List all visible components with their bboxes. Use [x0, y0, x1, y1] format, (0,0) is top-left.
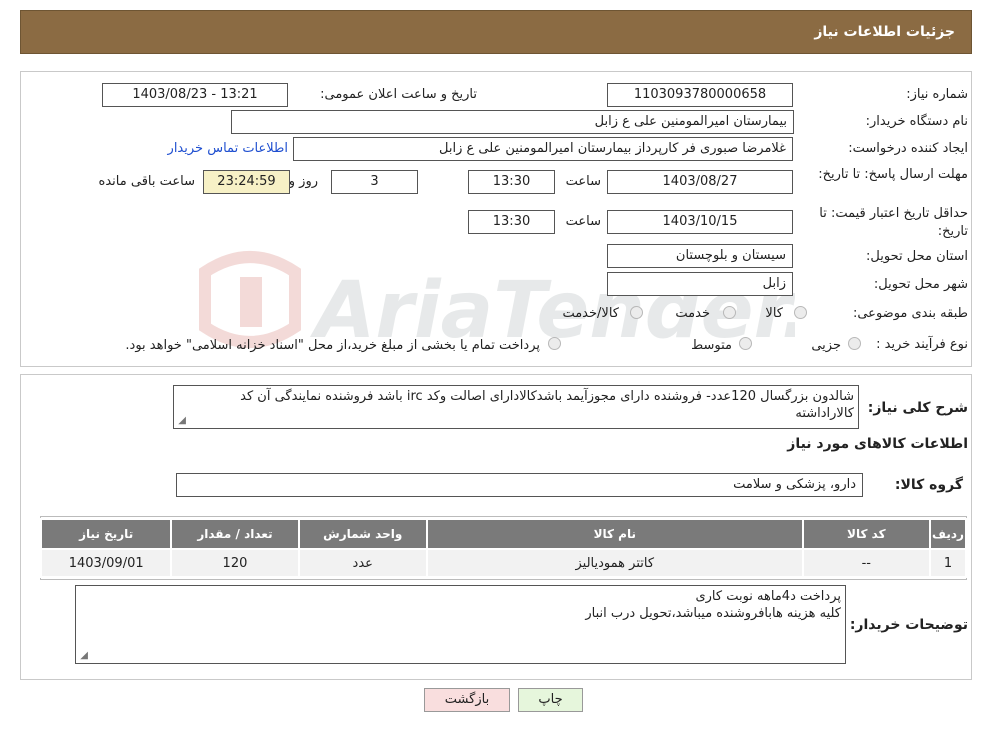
col-unit-header: واحد شمارش [297, 518, 428, 550]
process-note: پرداخت تمام یا بخشی از مبلغ خرید،از محل … [125, 338, 540, 353]
days-field[interactable]: 3 [331, 170, 418, 194]
days-label: روز و [288, 174, 318, 189]
cell-unit: عدد [297, 548, 428, 578]
buyer-contact-link[interactable]: اطلاعات تماس خریدار [168, 141, 288, 156]
province-field[interactable]: سیستان و بلوچستان [607, 244, 793, 268]
creator-field[interactable]: غلامرضا صبوری فر کارپرداز بیمارستان امیر… [293, 137, 793, 161]
description-label: شرح کلی نیاز: [867, 400, 968, 416]
buyer-notes-textarea[interactable]: پرداخت د4ماهه نوبت کاری کلیه هزینه هاباف… [75, 585, 846, 664]
reply-time-label: ساعت [565, 174, 601, 189]
need-number-label: شماره نیاز: [906, 87, 968, 102]
goods-group-label: گروه کالا: [894, 477, 963, 493]
goods-section-title: اطلاعات کالاهای مورد نیاز [787, 436, 968, 452]
category-radio-goods-service[interactable] [630, 306, 643, 319]
process-radio-treasury[interactable] [548, 337, 561, 350]
goods-table: ردیف کد کالا نام کالا واحد شمارش تعداد /… [39, 518, 968, 578]
reply-time-field[interactable]: 13:30 [468, 170, 555, 194]
category-radio-service[interactable] [723, 306, 736, 319]
page-title: جزئیات اطلاعات نیاز [814, 24, 955, 40]
buyer-notes-line-1: پرداخت د4ماهه نوبت کاری [695, 589, 841, 604]
col-date-header: تاریخ نیاز [39, 518, 173, 550]
col-code-header: کد کالا [801, 518, 931, 550]
remaining-time-field: 23:24:59 [203, 170, 290, 194]
reply-date-field[interactable]: 1403/08/27 [607, 170, 793, 194]
creator-label: ایجاد کننده درخواست: [848, 141, 968, 156]
buyer-field[interactable]: بیمارستان امیرالمومنین علی ع زابل [231, 110, 794, 134]
validity-time-field[interactable]: 13:30 [468, 210, 555, 234]
description-textarea[interactable]: شالدون بزرگسال 120عدد- فروشنده دارای مجو… [173, 385, 859, 429]
back-button[interactable]: بازگشت [424, 688, 510, 712]
col-qty-header: تعداد / مقدار [170, 518, 300, 550]
process-radio-minor[interactable] [848, 337, 861, 350]
description-text: شالدون بزرگسال 120عدد- فروشنده دارای مجو… [240, 389, 854, 421]
validity-label: حداقل تاریخ اعتبار قیمت: تا تاریخ: [819, 206, 968, 239]
remaining-time-label: ساعت باقی مانده [98, 174, 195, 189]
print-button[interactable]: چاپ [518, 688, 583, 712]
buyer-label: نام دستگاه خریدار: [865, 114, 968, 129]
cell-qty: 120 [170, 548, 300, 578]
announce-field[interactable]: 1403/08/23 - 13:21 [102, 83, 288, 107]
province-label: استان محل تحویل: [866, 249, 968, 264]
cell-name: کاتتر همودیالیز [425, 548, 804, 578]
table-row: 1 -- کاتتر همودیالیز عدد 120 1403/09/01 [39, 548, 968, 578]
process-radio-medium[interactable] [739, 337, 752, 350]
col-row-header: ردیف [928, 518, 968, 550]
cell-date: 1403/09/01 [39, 548, 173, 578]
validity-date-field[interactable]: 1403/10/15 [607, 210, 793, 234]
page-header: جزئیات اطلاعات نیاز [20, 10, 972, 54]
city-field[interactable]: زابل [607, 272, 793, 296]
city-label: شهر محل تحویل: [873, 277, 968, 292]
reply-deadline-label: مهلت ارسال پاسخ: تا تاریخ: [818, 167, 968, 182]
buyer-notes-label: توضیحات خریدار: [849, 617, 968, 633]
process-option-minor: جزیی [811, 338, 841, 353]
buyer-notes-line-2: کلیه هزینه هابافروشنده میباشد،تحویل درب … [585, 606, 841, 621]
col-name-header: نام کالا [425, 518, 804, 550]
category-label: طبقه بندی موضوعی: [852, 306, 968, 321]
category-option-goods-service: کالا/خدمت [562, 306, 619, 321]
process-label: نوع فرآیند خرید : [876, 337, 968, 352]
resize-handle-icon[interactable]: ◢ [176, 416, 186, 426]
resize-handle-icon[interactable]: ◢ [78, 651, 88, 661]
category-option-service: خدمت [675, 306, 710, 321]
goods-group-field[interactable]: دارو، پزشکی و سلامت [176, 473, 863, 497]
validity-time-label: ساعت [565, 214, 601, 229]
cell-code: -- [801, 548, 931, 578]
announce-label: تاریخ و ساعت اعلان عمومی: [320, 87, 477, 102]
cell-row-number: 1 [928, 548, 968, 578]
process-option-medium: متوسط [691, 338, 732, 353]
need-number-field[interactable]: 1103093780000658 [607, 83, 793, 107]
category-radio-goods[interactable] [794, 306, 807, 319]
category-option-goods: کالا [765, 306, 783, 321]
